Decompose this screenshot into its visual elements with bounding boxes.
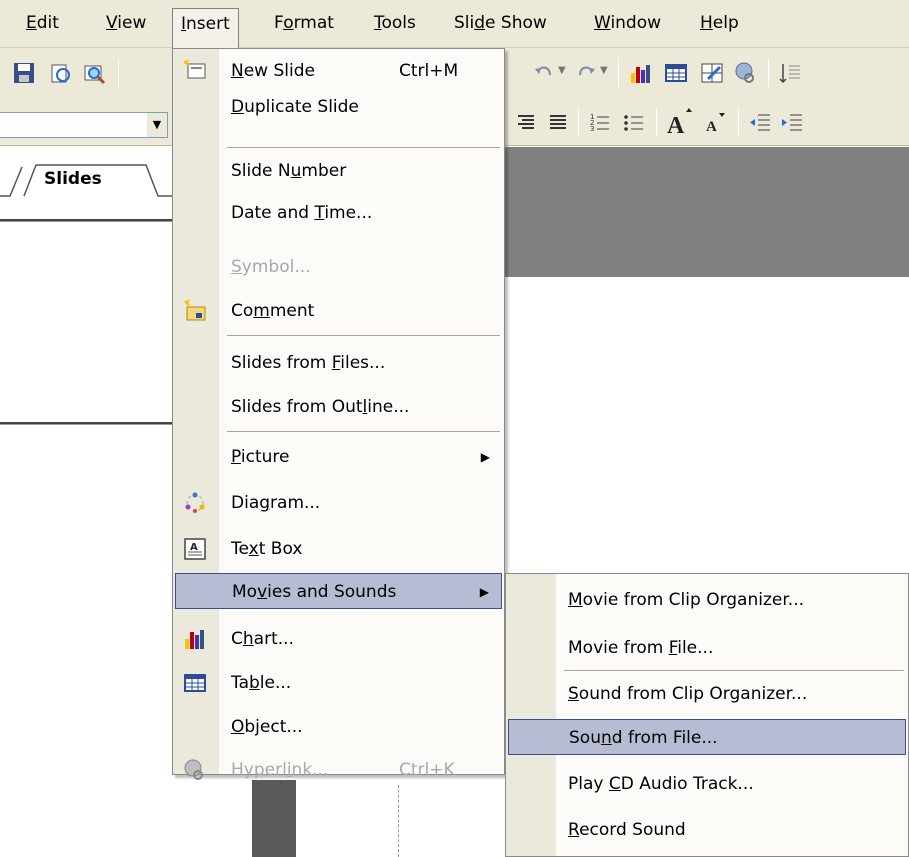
pane-divider <box>0 219 172 222</box>
save-icon[interactable] <box>12 61 36 85</box>
tab-slides[interactable]: Slides <box>44 169 102 189</box>
justify-icon[interactable] <box>546 110 570 134</box>
menu-insert[interactable]: Insert <box>172 8 239 48</box>
menu-item-record-sound[interactable]: Record Sound <box>508 812 906 848</box>
text-box-icon: A <box>184 538 206 560</box>
vertical-scroll-region <box>252 780 296 857</box>
menu-format[interactable]: Format <box>266 8 342 40</box>
menu-help[interactable]: Help <box>692 8 747 40</box>
insert-menu: New Slide Ctrl+M Duplicate Slide Slide N… <box>172 48 505 780</box>
shortcut-label: Ctrl+K <box>399 760 455 780</box>
print-preview-icon[interactable] <box>82 61 106 85</box>
chart-icon <box>185 630 204 649</box>
bullets-icon[interactable] <box>622 110 646 134</box>
decrease-font-size-icon[interactable]: A <box>704 112 728 136</box>
chevron-down-icon[interactable]: ▼ <box>147 113 167 137</box>
menu-item-slides-from-files[interactable]: Slides from Files... <box>175 345 502 381</box>
tables-borders-icon[interactable] <box>700 61 724 85</box>
menu-item-play-cd-audio-track[interactable]: Play CD Audio Track... <box>508 766 906 802</box>
svg-text:A: A <box>190 542 198 553</box>
undo-icon[interactable] <box>532 61 556 85</box>
menu-item-slide-number[interactable]: Slide Number <box>175 153 502 189</box>
menu-item-chart[interactable]: Chart... <box>175 621 502 657</box>
menu-view[interactable]: View <box>98 8 154 40</box>
hyperlink-globe-icon[interactable] <box>734 61 758 85</box>
menu-item-slides-from-outline[interactable]: Slides from Outline... <box>175 389 502 425</box>
menu-item-hyperlink: Hyperlink... Ctrl+K <box>175 755 502 785</box>
menu-item-comment[interactable]: Comment <box>175 293 502 329</box>
svg-text:A: A <box>667 113 685 136</box>
hyperlink-icon <box>184 759 203 780</box>
menu-item-movie-from-clip-organizer[interactable]: Movie from Clip Organizer... <box>508 582 906 618</box>
increase-indent-icon[interactable] <box>780 110 804 134</box>
submenu-arrow-icon: ▶ <box>480 450 490 464</box>
expand-all-icon[interactable] <box>778 61 802 85</box>
slide-guide-line <box>398 785 399 857</box>
submenu-arrow-icon: ▶ <box>479 585 489 599</box>
slides-pane: Slides <box>0 147 172 857</box>
menu-bar: Edit View Insert Format Tools Slide Show… <box>0 0 909 48</box>
menu-item-text-box[interactable]: A Text Box <box>175 531 502 567</box>
thumbnail-divider <box>0 422 172 425</box>
menu-separator <box>227 335 500 336</box>
svg-text:3: 3 <box>590 125 594 133</box>
menu-separator <box>227 147 500 148</box>
menu-item-diagram[interactable]: Diagram... <box>175 485 502 521</box>
menu-item-movies-and-sounds[interactable]: Movies and Sounds ▶ <box>175 573 502 609</box>
shortcut-label: Ctrl+M <box>399 61 459 81</box>
svg-text:A: A <box>706 119 717 135</box>
email-icon[interactable] <box>48 61 72 85</box>
undo-dropdown-icon[interactable]: ▼ <box>558 65 566 76</box>
comment-icon <box>184 299 206 321</box>
redo-icon[interactable] <box>574 61 598 85</box>
menu-item-date-and-time[interactable]: Date and Time... <box>175 195 502 231</box>
decrease-indent-icon[interactable] <box>748 110 772 134</box>
menu-item-movie-from-file[interactable]: Movie from File... <box>508 630 906 666</box>
diagram-icon <box>185 492 205 513</box>
menu-item-sound-from-clip-organizer[interactable]: Sound from Clip Organizer... <box>508 676 906 712</box>
increase-font-size-icon[interactable]: A <box>666 108 694 136</box>
font-size-combo[interactable]: ▼ <box>0 112 168 138</box>
insert-chart-icon[interactable] <box>628 61 652 85</box>
menu-edit[interactable]: Edit <box>18 8 67 40</box>
menu-item-symbol: Symbol... <box>231 257 311 277</box>
menu-separator <box>227 431 500 432</box>
menu-item-picture[interactable]: Picture ▶ <box>175 439 502 475</box>
menu-item-sound-from-file[interactable]: Sound from File... <box>508 719 906 755</box>
menu-item-duplicate-slide[interactable]: Duplicate Slide <box>175 89 502 125</box>
menu-slide-show[interactable]: Slide Show <box>446 8 555 40</box>
menu-tools[interactable]: Tools <box>366 8 424 40</box>
menu-item-table[interactable]: Table... <box>175 665 502 701</box>
table-icon <box>184 674 206 692</box>
menu-window[interactable]: Window <box>586 8 669 40</box>
menu-item-new-slide[interactable]: New Slide Ctrl+M <box>175 53 502 89</box>
menu-separator <box>564 670 904 671</box>
new-slide-icon <box>183 59 206 79</box>
numbering-icon[interactable]: 123 <box>588 110 612 134</box>
insert-table-icon[interactable] <box>664 61 688 85</box>
align-right-icon[interactable] <box>514 110 538 134</box>
redo-dropdown-icon[interactable]: ▼ <box>600 65 608 76</box>
movies-and-sounds-submenu: Movie from Clip Organizer... Movie from … <box>505 573 909 857</box>
menu-item-object[interactable]: Object... <box>175 709 502 745</box>
